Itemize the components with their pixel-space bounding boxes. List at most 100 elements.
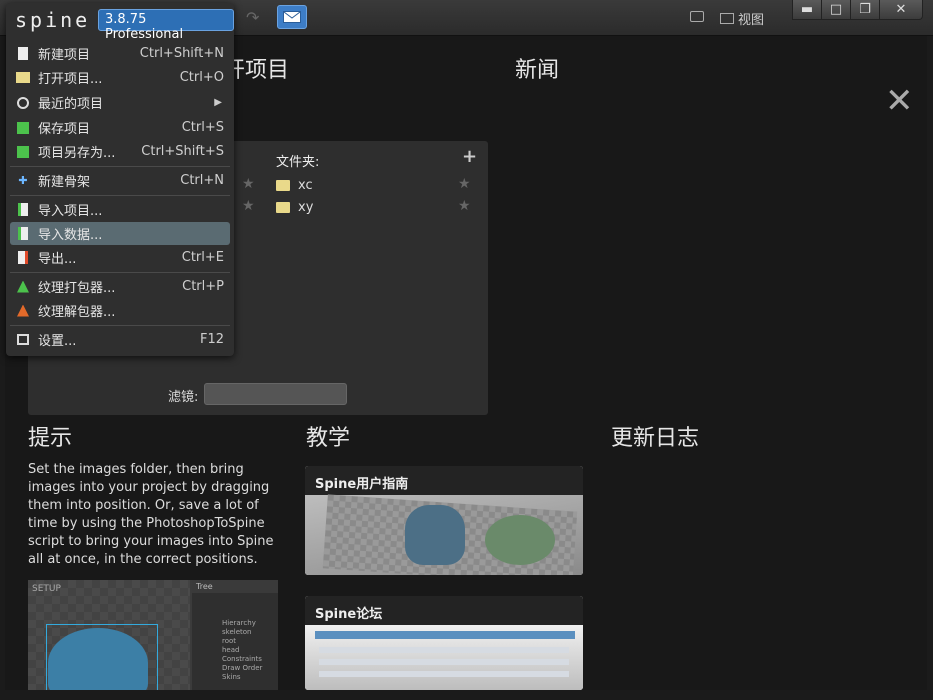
menu-label: 纹理打包器... (38, 281, 116, 296)
forum-image (305, 625, 583, 690)
menu-separator (10, 166, 230, 167)
menu-label: 导入数据... (38, 228, 103, 243)
user-guide-card[interactable]: Spine用户指南 (305, 466, 583, 575)
tree-line: head (222, 646, 240, 654)
menu-texture-packer[interactable]: 纹理打包器... Ctrl+P (10, 275, 230, 298)
menu-open-project[interactable]: 打开项目... Ctrl+O (10, 66, 230, 89)
restore-button[interactable]: ❐ (850, 0, 880, 20)
menu-save-as[interactable]: 项目另存为... Ctrl+Shift+S (10, 140, 230, 163)
minimize-button[interactable]: ▬ (792, 0, 822, 20)
menu-label: 导出... (38, 252, 77, 267)
import-data-icon (16, 227, 30, 241)
menu-label: 纹理解包器... (38, 305, 116, 320)
save-icon (16, 121, 30, 135)
user-guide-image (305, 494, 583, 575)
news-heading: 新闻 (515, 58, 560, 83)
menu-label: 新建骨架 (38, 175, 91, 190)
folder-name: xy (298, 199, 314, 215)
app-menu: spine 3.8.75 Professional 新建项目 Ctrl+Shif… (6, 3, 234, 356)
tips-heading: 提示 (28, 426, 73, 451)
menu-recent-projects[interactable]: 最近的项目 ▶ (10, 91, 230, 114)
redo-icon[interactable]: ↷ (246, 8, 259, 27)
star-icon[interactable]: ★ (458, 198, 471, 214)
menu-import-project[interactable]: 导入项目... (10, 198, 230, 221)
folder-icon (276, 201, 290, 213)
import-project-icon (16, 203, 30, 217)
menu-separator (10, 325, 230, 326)
mail-button[interactable] (277, 5, 307, 29)
star-icon[interactable]: ★ (242, 198, 255, 214)
tutorials-heading: 教学 (306, 426, 351, 451)
new-project-icon (16, 47, 30, 61)
tree-line: Hierarchy (222, 619, 256, 627)
menu-shortcut: Ctrl+E (181, 250, 224, 265)
menu-save-project[interactable]: 保存项目 Ctrl+S (10, 116, 230, 139)
tree-line: Constraints (222, 655, 262, 663)
texture-unpacker-icon (16, 304, 30, 318)
menu-settings[interactable]: 设置... F12 (10, 328, 230, 351)
menu-label: 打开项目... (38, 72, 103, 87)
tree-line: skeleton (222, 628, 252, 636)
menu-new-project[interactable]: 新建项目 Ctrl+Shift+N (10, 42, 230, 65)
selection-frame (46, 624, 158, 690)
new-skeleton-icon: ✚ (18, 174, 28, 187)
view-label: 视图 (738, 13, 765, 28)
card-title: Spine论坛 (305, 596, 583, 625)
menu-shortcut: Ctrl+P (182, 279, 224, 294)
menu-shortcut: Ctrl+Shift+N (139, 46, 224, 61)
menu-export[interactable]: 导出... Ctrl+E (10, 246, 230, 269)
menu-shortcut: Ctrl+O (179, 70, 224, 85)
card-title: Spine用户指南 (305, 466, 583, 495)
star-icon[interactable]: ★ (458, 176, 471, 192)
setup-thumbnail[interactable]: SETUP Tree Hierarchy skeleton root head … (28, 580, 278, 690)
recent-icon (16, 96, 30, 110)
view-menu[interactable]: 视图 (720, 9, 764, 28)
star-icon[interactable]: ★ (242, 176, 255, 192)
spine-logo[interactable]: spine (15, 8, 90, 32)
menu-label: 新建项目 (38, 48, 91, 63)
menu-label: 最近的项目 (38, 97, 104, 112)
menu-texture-unpacker[interactable]: 纹理解包器... (10, 299, 230, 322)
menu-separator (10, 195, 230, 196)
filter-label: 滤镜: (168, 390, 199, 405)
settings-icon (16, 333, 30, 347)
export-icon (16, 251, 30, 265)
menu-label: 导入项目... (38, 204, 103, 219)
menu-separator (10, 272, 230, 273)
tree-line: root (222, 637, 237, 645)
folder-item[interactable]: xc (276, 175, 476, 195)
mail-icon (283, 11, 301, 23)
tip-text: Set the images folder, then bring images… (28, 462, 274, 567)
tree-line: Skins (222, 673, 241, 681)
view-icon (720, 13, 734, 24)
menu-label: 设置... (38, 334, 77, 349)
folders-label: 文件夹: (276, 155, 320, 170)
menu-import-data[interactable]: 导入数据... (10, 222, 230, 245)
close-icon[interactable]: ✕ (885, 84, 914, 118)
add-folder-icon[interactable]: + (462, 146, 477, 167)
submenu-arrow-icon: ▶ (214, 97, 222, 108)
menu-shortcut: F12 (199, 332, 224, 347)
menu-shortcut: Ctrl+N (180, 173, 224, 188)
menu-new-skeleton[interactable]: ✚ 新建骨架 Ctrl+N (10, 169, 230, 192)
folder-name: xc (298, 177, 313, 193)
menu-shortcut: Ctrl+S (181, 120, 224, 135)
screenshot-icon[interactable] (690, 11, 704, 22)
tree-line: Draw Order (222, 664, 263, 672)
save-as-icon (16, 145, 30, 159)
viewport-preview: SETUP (28, 580, 190, 690)
filter-input[interactable] (204, 383, 347, 405)
folder-open-icon (16, 71, 30, 85)
folder-item[interactable]: xy (276, 197, 476, 217)
close-window-button[interactable]: ✕ (879, 0, 923, 20)
tree-title: Tree (192, 580, 278, 593)
forum-card[interactable]: Spine论坛 (305, 596, 583, 690)
menu-shortcut: Ctrl+Shift+S (141, 144, 224, 159)
setup-badge: SETUP (32, 584, 61, 594)
version-badge: 3.8.75 Professional (98, 9, 234, 42)
menu-label: 项目另存为... (38, 146, 116, 161)
changelog-heading: 更新日志 (611, 426, 700, 451)
texture-packer-icon (16, 280, 30, 294)
maximize-button[interactable]: □ (821, 0, 851, 20)
tree-preview: Tree Hierarchy skeleton root head Constr… (192, 580, 278, 690)
